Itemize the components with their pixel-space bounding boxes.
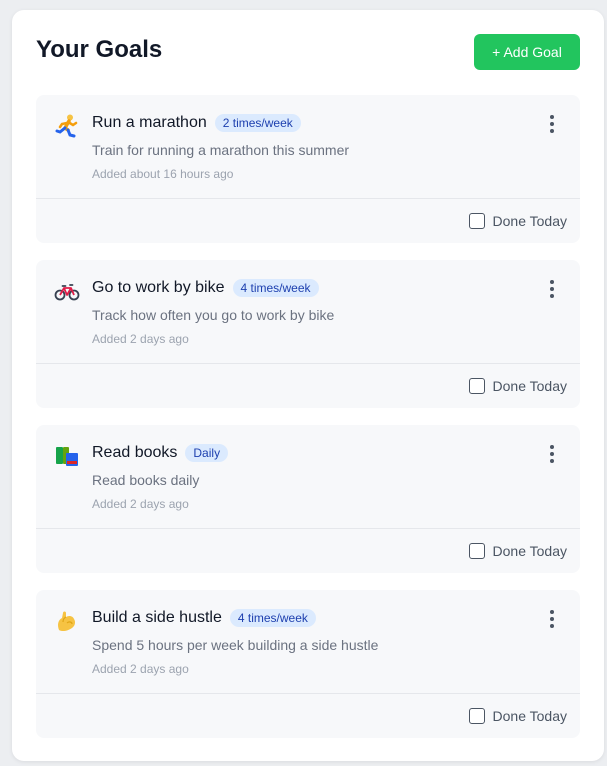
done-today-checkbox[interactable] — [468, 543, 485, 559]
runner-icon — [55, 114, 78, 138]
done-today-label: Done Today — [492, 543, 567, 559]
more-options-icon[interactable] — [544, 608, 560, 630]
more-options-icon[interactable] — [544, 113, 560, 135]
goal-title: Build a side hustle — [92, 609, 222, 626]
divider — [36, 528, 580, 529]
goal-title-row: Build a side hustle 4 times/week — [92, 607, 316, 629]
goal-card: Run a marathon 2 times/week Train for ru… — [36, 95, 580, 243]
frequency-badge: Daily — [185, 444, 229, 462]
done-today-toggle[interactable]: Done Today — [468, 377, 567, 395]
bicycle-icon — [54, 284, 80, 301]
goals-header: Your Goals + Add Goal — [36, 34, 580, 70]
goals-panel: Your Goals + Add Goal Run a marathon 2 t… — [12, 10, 604, 761]
divider — [36, 198, 580, 199]
goal-added-timestamp: Added 2 days ago — [92, 662, 189, 676]
goal-card: Build a side hustle 4 times/week Spend 5… — [36, 590, 580, 738]
goal-list: Run a marathon 2 times/week Train for ru… — [36, 95, 580, 755]
goal-title-row: Run a marathon 2 times/week — [92, 112, 301, 134]
add-goal-button[interactable]: + Add Goal — [474, 34, 580, 70]
done-today-toggle[interactable]: Done Today — [468, 212, 567, 230]
done-today-checkbox[interactable] — [468, 213, 485, 229]
divider — [36, 363, 580, 364]
more-options-icon[interactable] — [544, 443, 560, 465]
frequency-badge: 2 times/week — [214, 114, 301, 132]
goal-description: Train for running a marathon this summer — [92, 142, 350, 158]
page-title: Your Goals — [36, 36, 163, 63]
done-today-toggle[interactable]: Done Today — [468, 542, 567, 560]
goal-title: Read books — [92, 444, 178, 461]
goal-description: Read books daily — [92, 472, 200, 488]
goal-added-timestamp: Added 2 days ago — [92, 497, 189, 511]
frequency-badge: 4 times/week — [229, 609, 316, 627]
done-today-label: Done Today — [492, 708, 567, 724]
goal-card: Go to work by bike 4 times/week Track ho… — [36, 260, 580, 408]
done-today-toggle[interactable]: Done Today — [468, 707, 567, 725]
done-today-label: Done Today — [492, 378, 567, 394]
goal-description: Track how often you go to work by bike — [92, 307, 335, 323]
done-today-label: Done Today — [492, 213, 567, 229]
done-today-checkbox[interactable] — [468, 708, 485, 724]
goal-title-row: Read books Daily — [92, 442, 229, 464]
goal-added-timestamp: Added about 16 hours ago — [92, 167, 234, 181]
more-options-icon[interactable] — [544, 278, 560, 300]
goal-title: Go to work by bike — [92, 279, 225, 296]
goal-card: Read books Daily Read books daily Added … — [36, 425, 580, 573]
goal-title: Run a marathon — [92, 114, 207, 131]
goal-description: Spend 5 hours per week building a side h… — [92, 637, 379, 653]
done-today-checkbox[interactable] — [468, 378, 485, 394]
goal-added-timestamp: Added 2 days ago — [92, 332, 189, 346]
goal-title-row: Go to work by bike 4 times/week — [92, 277, 319, 299]
books-icon — [56, 447, 78, 466]
frequency-badge: 4 times/week — [232, 279, 319, 297]
flexed-biceps-icon — [58, 611, 76, 632]
divider — [36, 693, 580, 694]
